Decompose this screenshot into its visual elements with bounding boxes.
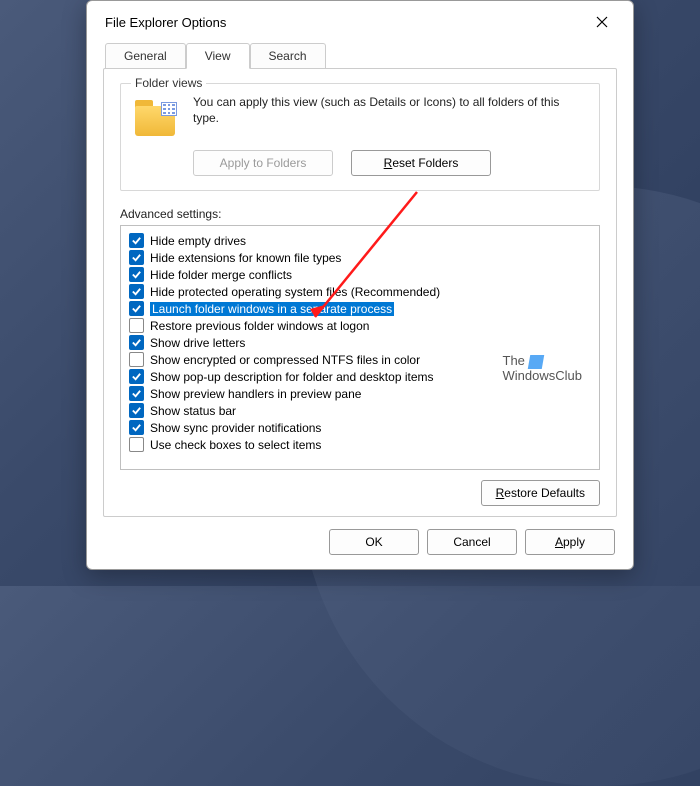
folder-icon (135, 98, 179, 138)
checkbox[interactable] (129, 233, 144, 248)
folder-views-description: You can apply this view (such as Details… (193, 94, 585, 126)
setting-row[interactable]: Launch folder windows in a separate proc… (129, 300, 595, 317)
ok-button[interactable]: OK (329, 529, 419, 555)
setting-label: Show preview handlers in preview pane (150, 387, 361, 401)
cancel-button[interactable]: Cancel (427, 529, 517, 555)
setting-row[interactable]: Hide empty drives (129, 232, 595, 249)
setting-row[interactable]: Show encrypted or compressed NTFS files … (129, 351, 595, 368)
checkbox[interactable] (129, 284, 144, 299)
titlebar: File Explorer Options (87, 1, 633, 41)
setting-label: Hide folder merge conflicts (150, 268, 292, 282)
checkbox[interactable] (129, 267, 144, 282)
checkbox[interactable] (129, 403, 144, 418)
checkbox[interactable] (129, 335, 144, 350)
setting-label: Show status bar (150, 404, 236, 418)
setting-row[interactable]: Show preview handlers in preview pane (129, 385, 595, 402)
folder-views-legend: Folder views (131, 76, 206, 90)
advanced-settings-label: Advanced settings: (120, 207, 600, 221)
setting-label: Show encrypted or compressed NTFS files … (150, 353, 420, 367)
setting-row[interactable]: Show sync provider notifications (129, 419, 595, 436)
view-tab-panel: Folder views You can apply this view (su… (103, 68, 617, 517)
setting-label: Hide empty drives (150, 234, 246, 248)
setting-row[interactable]: Hide extensions for known file types (129, 249, 595, 266)
close-button[interactable] (583, 9, 621, 35)
setting-row[interactable]: Use check boxes to select items (129, 436, 595, 453)
checkbox[interactable] (129, 250, 144, 265)
close-icon (596, 16, 608, 28)
dialog-button-row: OK Cancel Apply (87, 529, 633, 569)
checkbox[interactable] (129, 318, 144, 333)
apply-to-folders-button: Apply to Folders (193, 150, 333, 176)
checkbox[interactable] (129, 301, 144, 316)
setting-label: Use check boxes to select items (150, 438, 321, 452)
file-explorer-options-dialog: File Explorer Options General View Searc… (86, 0, 634, 570)
tab-general[interactable]: General (105, 43, 186, 68)
setting-label: Restore previous folder windows at logon (150, 319, 369, 333)
setting-row[interactable]: Restore previous folder windows at logon (129, 317, 595, 334)
dialog-title: File Explorer Options (105, 15, 226, 30)
setting-row[interactable]: Hide folder merge conflicts (129, 266, 595, 283)
folder-views-group: Folder views You can apply this view (su… (120, 83, 600, 191)
setting-row[interactable]: Hide protected operating system files (R… (129, 283, 595, 300)
setting-row[interactable]: Show drive letters (129, 334, 595, 351)
tab-search[interactable]: Search (250, 43, 326, 68)
setting-label: Hide protected operating system files (R… (150, 285, 440, 299)
apply-button[interactable]: Apply (525, 529, 615, 555)
advanced-settings-list[interactable]: Hide empty drives Hide extensions for kno… (120, 225, 600, 470)
setting-label: Show sync provider notifications (150, 421, 321, 435)
tab-view[interactable]: View (186, 43, 250, 69)
setting-row[interactable]: Show status bar (129, 402, 595, 419)
setting-row[interactable]: Show pop-up description for folder and d… (129, 368, 595, 385)
setting-label: Show drive letters (150, 336, 245, 350)
checkbox[interactable] (129, 386, 144, 401)
reset-folders-button[interactable]: Reset Folders (351, 150, 491, 176)
setting-label: Launch folder windows in a separate proc… (150, 302, 394, 316)
setting-label: Hide extensions for known file types (150, 251, 341, 265)
checkbox[interactable] (129, 437, 144, 452)
setting-label: Show pop-up description for folder and d… (150, 370, 434, 384)
restore-defaults-button[interactable]: Restore Defaults (481, 480, 600, 506)
checkbox[interactable] (129, 420, 144, 435)
checkbox[interactable] (129, 352, 144, 367)
tab-bar: General View Search (87, 43, 633, 68)
checkbox[interactable] (129, 369, 144, 384)
